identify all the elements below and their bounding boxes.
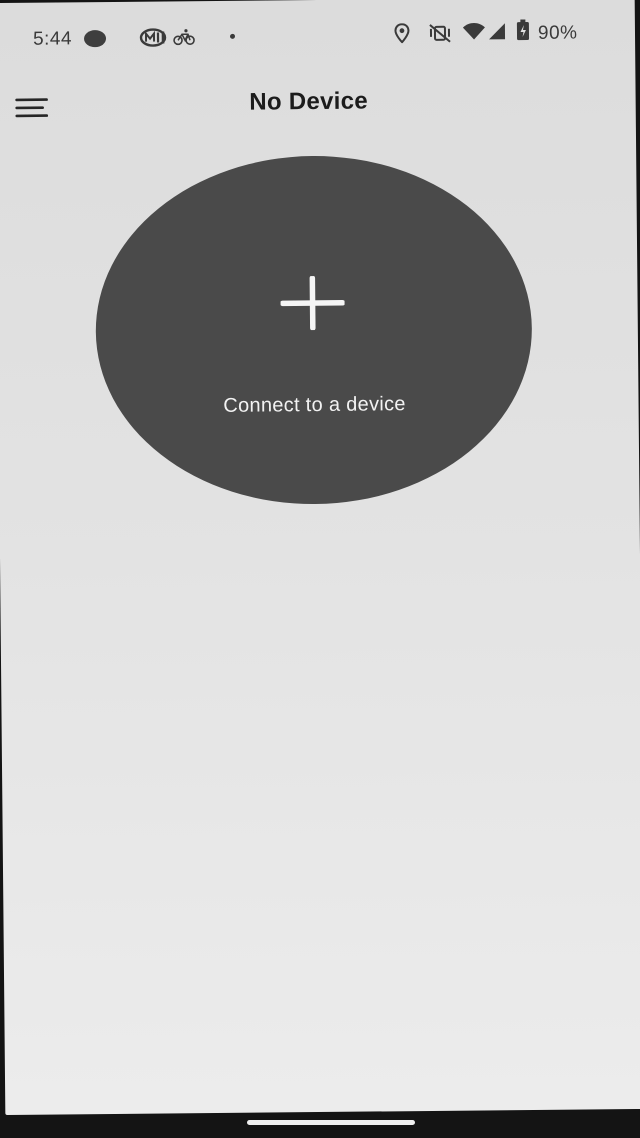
- plus-icon: [280, 275, 345, 331]
- media-icon: [139, 28, 167, 47]
- bicycle-icon: [173, 29, 195, 46]
- gesture-nav-handle[interactable]: [247, 1120, 415, 1125]
- screen: 5:44 90% No Device Connect to a device: [0, 0, 640, 1138]
- connect-device-button[interactable]: Connect to a device: [94, 153, 534, 507]
- small-dot-icon: [229, 33, 236, 39]
- connect-device-label: Connect to a device: [223, 393, 406, 417]
- app-screen: 5:44 90% No Device Connect to a device: [0, 0, 640, 1116]
- battery-percent: 90%: [537, 22, 578, 44]
- battery-icon: [516, 19, 530, 41]
- signal-icon: [489, 23, 506, 40]
- status-time: 5:44: [32, 28, 73, 50]
- page-title: No Device: [249, 87, 369, 116]
- location-icon: [394, 23, 410, 44]
- notification-dot-icon: [83, 30, 107, 48]
- wifi-icon: [462, 22, 485, 40]
- status-bar: 5:44 90%: [0, 11, 635, 57]
- vibrate-off-icon: [429, 24, 451, 43]
